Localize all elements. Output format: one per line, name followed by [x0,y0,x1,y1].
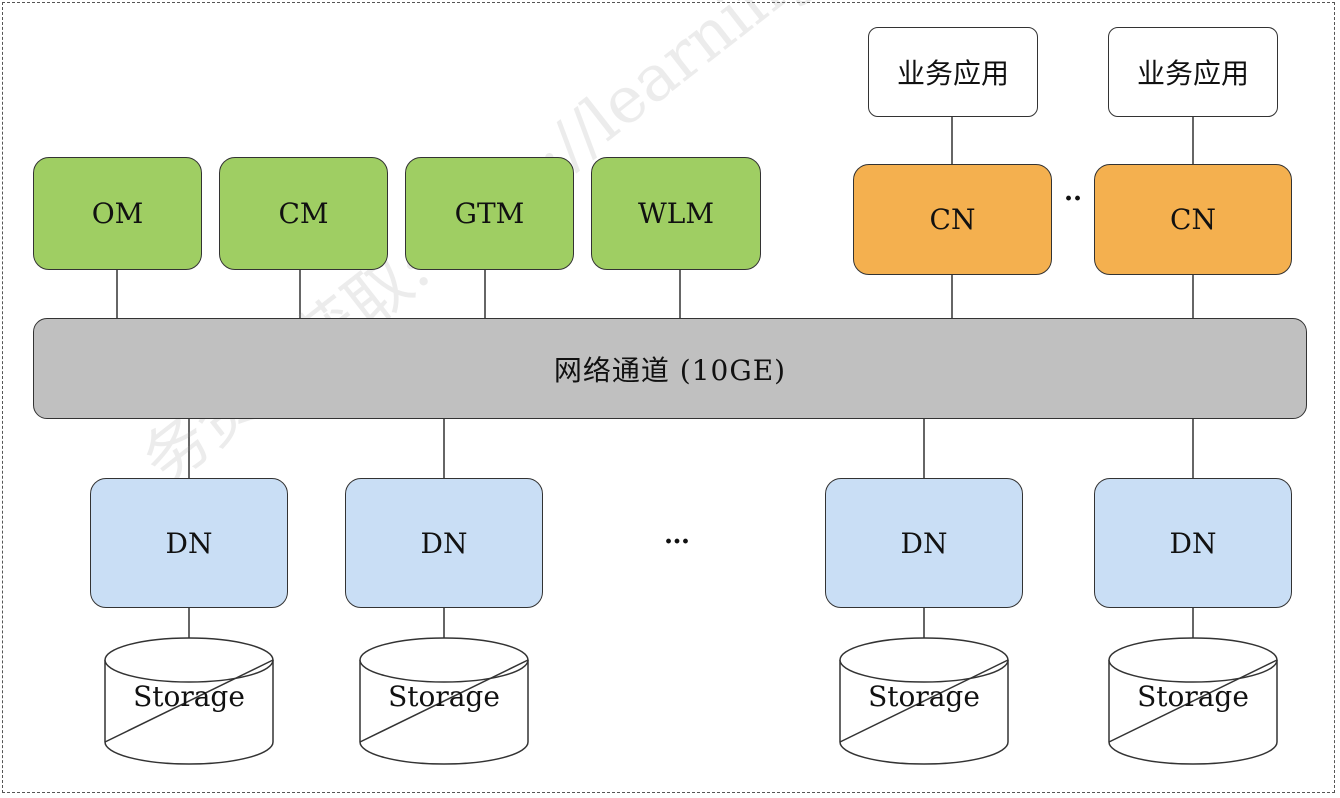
dn-node-2-label: DN [420,526,468,560]
network-channel: 网络通道 (10GE) [33,318,1307,419]
cm-component: CM [219,157,388,270]
gtm-label: GTM [454,197,525,230]
gtm-component: GTM [405,157,574,270]
om-component: OM [33,157,202,270]
dn-node-4: DN [1094,478,1292,608]
om-label: OM [91,197,144,230]
business-app-2-label: 业务应用 [1136,57,1249,90]
storage-4-label: Storage [1137,680,1249,713]
cn-node-2-label: CN [1170,203,1216,236]
storage-2-label: Storage [388,680,500,713]
dn-node-2: DN [345,478,543,608]
wlm-component: WLM [591,157,761,270]
business-app-2: 业务应用 [1108,27,1278,117]
dn-node-3-label: DN [900,526,948,560]
dn-ellipsis: … [664,520,690,550]
storage-4: Storage [1107,630,1279,770]
dn-node-1-label: DN [165,526,213,560]
cn-node-1: CN [853,164,1052,275]
business-app-1: 业务应用 [868,27,1038,117]
dn-node-4-label: DN [1169,526,1217,560]
dn-node-3: DN [825,478,1023,608]
wlm-label: WLM [637,197,715,230]
business-app-1-label: 业务应用 [896,57,1009,90]
dn-node-1: DN [90,478,288,608]
network-channel-label: 网络通道 (10GE) [553,353,787,387]
storage-3-label: Storage [868,680,980,713]
cn-node-2: CN [1094,164,1292,275]
storage-2: Storage [358,630,530,770]
cn-ellipsis: ·· [1064,184,1083,214]
cn-node-1-label: CN [929,203,976,236]
cm-label: CM [278,197,329,230]
storage-1: Storage [103,630,275,770]
storage-1-label: Storage [133,680,245,713]
storage-3: Storage [838,630,1010,770]
